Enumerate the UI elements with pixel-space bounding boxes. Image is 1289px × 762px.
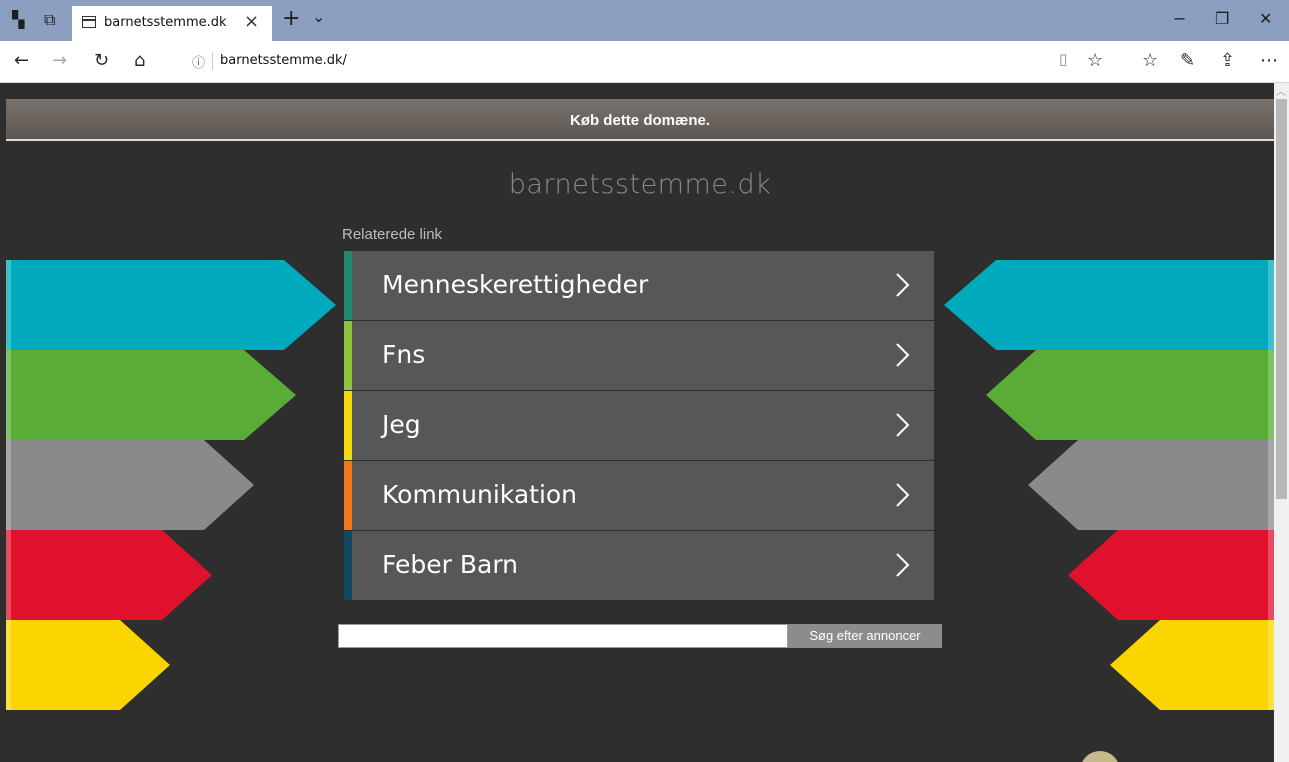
right-band-cyan bbox=[944, 260, 1274, 350]
close-window-icon[interactable]: ✕ bbox=[1259, 9, 1272, 28]
chevron-right-icon bbox=[896, 343, 910, 367]
buy-domain-bar[interactable]: Køb dette domæne. bbox=[6, 99, 1274, 141]
url-text[interactable]: barnetsstemme.dk/ bbox=[220, 53, 347, 68]
favorites-hub-icon[interactable]: ☆ bbox=[1142, 50, 1158, 71]
left-band-cyan bbox=[6, 260, 336, 350]
tab-title: barnetsstemme.dk bbox=[104, 15, 227, 30]
close-tab-icon[interactable]: × bbox=[244, 11, 259, 32]
chevron-right-icon bbox=[896, 483, 910, 507]
related-links-heading: Relaterede link bbox=[342, 226, 443, 243]
link-feber-barn[interactable]: Feber Barn bbox=[344, 531, 934, 600]
forward-icon[interactable]: → bbox=[52, 50, 67, 71]
tab-preview-icon[interactable]: ⧉ bbox=[44, 10, 55, 30]
link-label[interactable]: Jeg bbox=[382, 410, 421, 439]
restore-icon[interactable]: ❐ bbox=[1215, 9, 1229, 28]
left-band-gray bbox=[6, 440, 254, 530]
link-label[interactable]: Fns bbox=[382, 340, 425, 369]
site-info-icon[interactable]: ⓘ bbox=[192, 52, 205, 71]
share-icon[interactable]: ⇪ bbox=[1220, 50, 1235, 71]
right-band-red bbox=[1068, 530, 1274, 620]
right-arrow-bands bbox=[944, 260, 1274, 710]
link-accent bbox=[344, 461, 352, 530]
left-band-yellow bbox=[6, 620, 170, 710]
top-strip bbox=[6, 83, 1274, 99]
link-accent bbox=[344, 321, 352, 390]
navigation-bar: ← → ↻ ⌂ ⓘ barnetsstemme.dk/ ▯ ☆ ☆ ✎ ⇪ ⋯ bbox=[0, 41, 1289, 83]
chevron-right-icon bbox=[896, 273, 910, 297]
search-input[interactable] bbox=[338, 624, 788, 648]
page-viewport: Køb dette domæne. barnetsstemme.dk Relat… bbox=[6, 83, 1274, 762]
scroll-up-arrow-icon[interactable]: ︿ bbox=[1276, 83, 1286, 98]
search-button[interactable]: Søg efter annoncer bbox=[788, 624, 942, 648]
left-band-green bbox=[6, 350, 296, 440]
link-label[interactable]: Kommunikation bbox=[382, 480, 577, 509]
ad-search: Søg efter annoncer bbox=[338, 624, 942, 648]
link-jeg[interactable]: Jeg bbox=[344, 391, 934, 460]
set-aside-tabs-icon[interactable]: ▚ bbox=[12, 10, 24, 29]
minimize-icon[interactable]: − bbox=[1173, 9, 1186, 28]
tab-bar: ▚ ⧉ barnetsstemme.dk × + ⌄ − ❐ ✕ bbox=[0, 0, 1289, 41]
active-tab[interactable]: barnetsstemme.dk × bbox=[72, 6, 272, 41]
tab-page-icon bbox=[82, 16, 96, 28]
scroll-thumb[interactable] bbox=[1276, 99, 1287, 499]
link-menneskerettigheder[interactable]: Menneskerettigheder bbox=[344, 251, 934, 320]
more-icon[interactable]: ⋯ bbox=[1260, 50, 1278, 71]
link-accent bbox=[344, 391, 352, 460]
favorite-star-icon[interactable]: ☆ bbox=[1087, 50, 1103, 71]
right-band-gray bbox=[1028, 440, 1274, 530]
chevron-right-icon bbox=[896, 553, 910, 577]
link-accent bbox=[344, 531, 352, 600]
link-accent bbox=[344, 251, 352, 320]
home-icon[interactable]: ⌂ bbox=[134, 50, 145, 71]
buy-domain-link[interactable]: Køb dette domæne. bbox=[570, 112, 710, 129]
link-kommunikation[interactable]: Kommunikation bbox=[344, 461, 934, 530]
right-band-yellow bbox=[1110, 620, 1274, 710]
left-arrow-bands bbox=[6, 260, 336, 710]
link-label[interactable]: Feber Barn bbox=[382, 550, 518, 579]
link-fns[interactable]: Fns bbox=[344, 321, 934, 390]
address-bar[interactable]: ⓘ barnetsstemme.dk/ bbox=[188, 48, 1052, 74]
refresh-icon[interactable]: ↻ bbox=[94, 50, 109, 71]
web-note-icon[interactable]: ✎ bbox=[1180, 50, 1195, 71]
site-name: barnetsstemme.dk bbox=[508, 169, 772, 200]
new-tab-plus-icon[interactable]: + bbox=[282, 6, 300, 31]
chevron-right-icon bbox=[896, 413, 910, 437]
left-band-red bbox=[6, 530, 212, 620]
chevron-down-icon[interactable]: ⌄ bbox=[312, 7, 325, 26]
right-band-green bbox=[986, 350, 1274, 440]
reading-view-icon[interactable]: ▯ bbox=[1059, 50, 1067, 68]
back-icon[interactable]: ← bbox=[14, 50, 29, 71]
vertical-scrollbar[interactable]: ︿ bbox=[1274, 83, 1289, 762]
link-label[interactable]: Menneskerettigheder bbox=[382, 270, 648, 299]
related-links-list: Menneskerettigheder Fns Jeg Kommunikatio… bbox=[344, 251, 934, 601]
address-separator bbox=[212, 52, 213, 70]
corner-badge bbox=[1080, 751, 1120, 762]
